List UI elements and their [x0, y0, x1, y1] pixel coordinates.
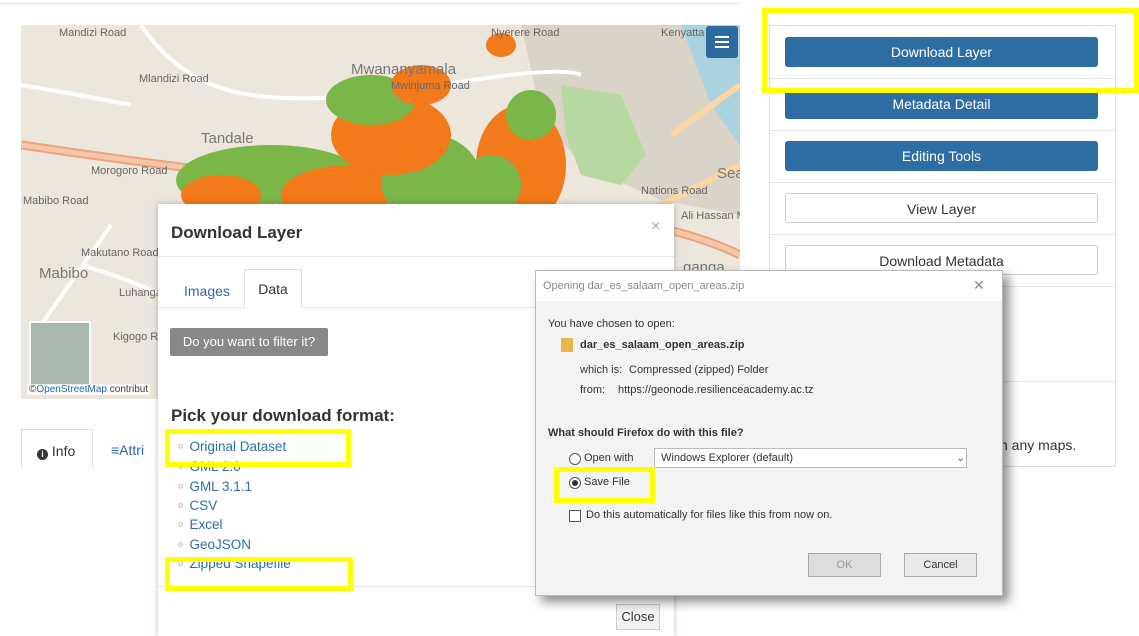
map-label: Tandale — [201, 130, 254, 147]
which-is-label: which is: — [580, 364, 623, 376]
map-menu-button[interactable] — [706, 26, 738, 58]
auto-action-checkbox[interactable] — [569, 510, 581, 522]
action-question: What should Firefox do with this file? — [548, 427, 744, 439]
list-icon: ≡ — [111, 442, 120, 458]
zip-folder-icon — [561, 338, 573, 352]
highlight-original-dataset — [165, 429, 351, 467]
filter-button[interactable]: Do you want to filter it? — [170, 328, 328, 356]
map-label: Sea V — [717, 165, 740, 182]
highlight-save-file — [554, 467, 655, 503]
cancel-button[interactable]: Cancel — [904, 553, 977, 577]
open-with-select[interactable]: Windows Explorer (default) — [654, 448, 967, 468]
format-csv-link[interactable]: CSV — [178, 498, 217, 513]
highlight-download-layer — [762, 8, 1139, 93]
metadata-detail-button[interactable]: Metadata Detail — [785, 89, 1098, 119]
open-with-radio[interactable] — [569, 453, 581, 465]
hamburger-icon-line — [715, 41, 729, 43]
auto-action-label: Do this automatically for files like thi… — [586, 509, 833, 521]
panel-divider — [770, 130, 1115, 131]
close-icon[interactable]: ✕ — [973, 277, 985, 294]
chevron-down-icon: ⌄ — [956, 452, 966, 464]
modal-header-divider — [158, 256, 674, 257]
panel-divider — [770, 182, 1115, 183]
firefox-download-dialog: Opening dar_es_salaam_open_areas.zip ✕ Y… — [535, 270, 1003, 596]
highlight-zipped-shapefile — [165, 557, 353, 591]
from-label: from: — [580, 384, 606, 396]
tab-attributes[interactable]: ≡Attri — [111, 442, 144, 458]
file-type: Compressed (zipped) Folder — [629, 364, 769, 376]
map-label: Mwinjuma Road — [391, 80, 470, 92]
map-label: Nations Road — [641, 185, 708, 197]
map-label: Mabibo Road — [23, 195, 89, 207]
chosen-text: You have chosen to open: — [548, 318, 675, 330]
map-label: Mlandizi Road — [139, 73, 209, 85]
map-attribution: ©OpenStreetMap contribut — [27, 384, 151, 395]
file-name: dar_es_salaam_open_areas.zip — [580, 339, 745, 351]
file-source: https://geonode.resilienceacademy.ac.tz — [618, 384, 814, 396]
modal-close-button[interactable]: Close — [616, 604, 660, 630]
hamburger-icon-line — [715, 46, 729, 48]
map-label: Kenyatta — [661, 27, 705, 39]
info-circle-icon: i — [37, 449, 48, 460]
map-label: Mwananyamala — [351, 61, 457, 78]
dialog-title: Opening dar_es_salaam_open_areas.zip — [543, 280, 745, 292]
panel-divider — [770, 234, 1115, 235]
map-label: Makutano Road — [81, 247, 159, 259]
pick-format-heading: Pick your download format: — [171, 406, 395, 425]
dialog-titlebar: Opening dar_es_salaam_open_areas.zip ✕ — [536, 271, 1002, 301]
map-label: Morogoro Road — [91, 165, 168, 177]
open-with-label: Open with — [584, 452, 634, 464]
tab-info-label: Info — [51, 443, 76, 459]
modal-title: Download Layer — [171, 223, 303, 242]
map-label: Ali Hassan Mwinyi — [681, 210, 740, 222]
top-divider — [0, 3, 740, 4]
format-excel-link[interactable]: Excel — [178, 517, 222, 532]
map-label: Mandizi Road — [59, 27, 127, 39]
tab-info[interactable]: i Info — [21, 429, 93, 468]
view-layer-button[interactable]: View Layer — [785, 193, 1098, 223]
map-label: Nyerere Road — [491, 27, 560, 39]
format-geojson-link[interactable]: GeoJSON — [178, 537, 251, 552]
tab-attributes-label: Attri — [119, 442, 145, 458]
map-label: Mabibo — [39, 265, 89, 282]
tab-images[interactable]: Images — [184, 283, 230, 299]
ok-button[interactable]: OK — [808, 553, 881, 577]
osm-link[interactable]: OpenStreetMap — [36, 384, 107, 395]
overview-minimap[interactable] — [29, 321, 91, 387]
close-icon[interactable]: × — [651, 218, 660, 236]
maps-usage-text: n any maps. — [1000, 437, 1077, 453]
tab-data[interactable]: Data — [244, 269, 302, 308]
editing-tools-button[interactable]: Editing Tools — [785, 141, 1098, 171]
format-gml311-link[interactable]: GML 3.1.1 — [178, 479, 252, 494]
hamburger-icon — [715, 36, 729, 38]
